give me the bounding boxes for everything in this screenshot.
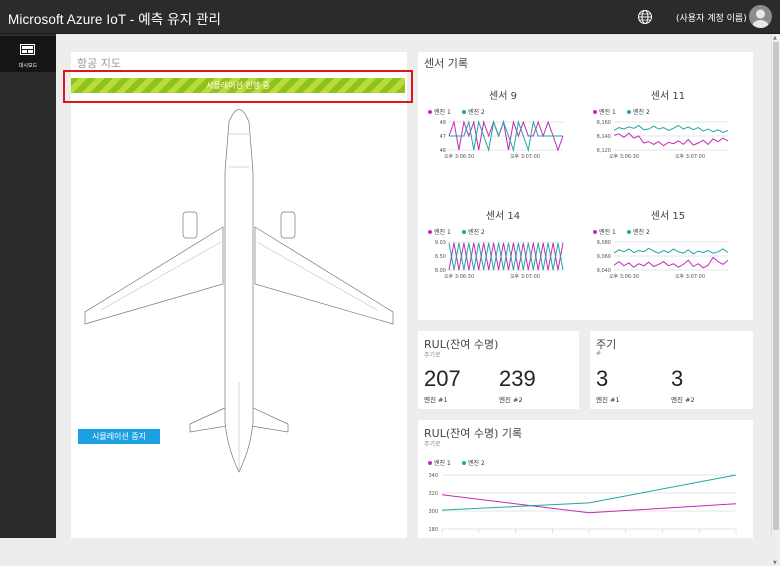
- scroll-up-icon[interactable]: ▲: [773, 35, 777, 41]
- sensor-4-ytick-0: 9,080: [597, 240, 611, 246]
- cycles-engine1-label: 엔진 #1: [596, 396, 620, 404]
- sensor-1-xtick-1: 오후 3:07:00: [510, 154, 540, 160]
- rul-history-series-engine2-line: [441, 474, 737, 511]
- cycles-unit: #: [596, 350, 602, 357]
- rul-card: RUL(잔여 수명) 주기로 207 엔진 #1 239 엔진 #2: [418, 331, 579, 409]
- rul-history-card: RUL(잔여 수명) 기록 주기로 엔진 1 엔진 2 340 320 300 180: [418, 420, 753, 538]
- sensor-1-legend-engine1-label: 엔진 1: [434, 108, 451, 116]
- cycles-engine2-label: 엔진 #2: [671, 396, 695, 404]
- sensor-4-legend-engine1-label: 엔진 1: [599, 228, 616, 236]
- sensor-log-card: 센서 기록 센서 9 엔진 1 엔진 2 48 47 46 오후 3:06:30 오후 3:0…: [418, 52, 753, 320]
- sensor-3-legend-engine2-label: 엔진 2: [468, 228, 485, 236]
- rul-history-ytick-3: 180: [428, 527, 438, 533]
- sensor-4-title: 센서 15: [651, 210, 685, 222]
- app-title: Microsoft Azure IoT - 예측 유지 관리: [8, 12, 222, 27]
- rul-unit: 주기로: [424, 352, 441, 359]
- rul-history-ytick-2: 300: [428, 509, 438, 515]
- sensor-4-series-engine1-line: [613, 256, 729, 269]
- rul-history-legend-engine1-label: 엔진 1: [434, 459, 451, 467]
- sensor-3-title: 센서 14: [486, 210, 520, 222]
- rul-history-legend-engine2-marker: [462, 461, 466, 465]
- cycles-engine1-value: 3: [596, 366, 609, 391]
- sensor-2-ytick-0: 8,160: [597, 120, 611, 126]
- sensor-2-xtick-0: 오후 3:06:30: [609, 154, 639, 160]
- rul-engine2-value: 239: [499, 366, 536, 391]
- sensor-3-legend-engine2-marker: [462, 230, 466, 234]
- rul-history-ytick-1: 320: [428, 491, 438, 497]
- sensor-1-legend-engine1-marker: [428, 110, 432, 114]
- airplane-illustration: [84, 109, 394, 473]
- rul-history-legend-engine1-marker: [428, 461, 432, 465]
- nav-item-dashboard[interactable]: 대시보드: [0, 36, 56, 72]
- rul-engine2-label: 엔진 #2: [499, 396, 523, 404]
- sensor-1-xtick-0: 오후 3:06:30: [444, 154, 474, 160]
- rul-history-series-engine1-line: [441, 494, 737, 514]
- sensor-4-legend-engine2-label: 엔진 2: [633, 228, 650, 236]
- nav-label-dashboard: 대시보드: [18, 63, 38, 69]
- sensor-3-legend-engine1-label: 엔진 1: [434, 228, 451, 236]
- scroll-down-icon[interactable]: ▼: [773, 560, 777, 566]
- sensor-4-xtick-0: 오후 3:06:30: [609, 274, 639, 280]
- simulation-status-banner: 시뮬레이션 진행 중: [63, 70, 413, 103]
- sensor-1-ytick-0: 48: [440, 120, 446, 126]
- sensor-1-ytick-1: 47: [440, 134, 446, 140]
- sensor-2-legend-engine2-marker: [627, 110, 631, 114]
- account-name[interactable]: (사용자 계정 이름): [676, 11, 747, 24]
- sensor-1-legend-engine2-label: 엔진 2: [468, 108, 485, 116]
- sensor-1-legend-engine2-marker: [462, 110, 466, 114]
- sensor-1-title: 센서 9: [489, 90, 517, 102]
- sensor-4-xtick-1: 오후 3:07:00: [675, 274, 705, 280]
- sensor-2-series-engine1-line: [613, 132, 729, 147]
- rul-history-legend-engine2-label: 엔진 2: [468, 459, 485, 467]
- rul-engine1-value: 207: [424, 366, 461, 391]
- sensor-3-series-engine2-line: [448, 242, 564, 271]
- sensor-2-legend-engine2-label: 엔진 2: [633, 108, 650, 116]
- rul-history-chart: 엔진 1 엔진 2 340 320 300 180: [428, 459, 737, 533]
- sensor-2-series-engine2-line: [613, 124, 729, 134]
- sensor-4-series-engine2-line: [613, 247, 729, 255]
- page-scrollbar[interactable]: ▲ ▼: [771, 34, 780, 566]
- sensor-3-ytick-0: 9.03: [435, 240, 446, 246]
- user-avatar-icon[interactable]: [749, 5, 772, 28]
- stop-simulation-button[interactable]: 시뮬레이션 중지: [78, 429, 160, 444]
- cycles-card: 주기 # 3 엔진 #1 3 엔진 #2: [590, 331, 753, 409]
- sensor-3-legend-engine1-marker: [428, 230, 432, 234]
- rul-engine1-label: 엔진 #1: [424, 396, 448, 404]
- sensor-4-legend-engine1-marker: [593, 230, 597, 234]
- sensor-2-legend-engine1-label: 엔진 1: [599, 108, 616, 116]
- sensor-4-legend-engine2-marker: [627, 230, 631, 234]
- dashboard-icon: [20, 44, 35, 55]
- sensor-2-ytick-1: 8,140: [597, 134, 611, 140]
- simulation-progress-bar: 시뮬레이션 진행 중: [71, 78, 405, 93]
- rul-history-ytick-0: 340: [428, 473, 438, 479]
- sensor-3-xtick-0: 오후 3:06:30: [444, 274, 474, 280]
- flight-map-card: 항공 지도: [71, 52, 407, 538]
- sensor-2-title: 센서 11: [651, 90, 685, 102]
- globe-icon[interactable]: [637, 9, 653, 25]
- sensor-2-legend-engine1-marker: [593, 110, 597, 114]
- sensor-2-xtick-1: 오후 3:07:00: [675, 154, 705, 160]
- sensor-4-ytick-1: 9,060: [597, 254, 611, 260]
- side-nav: 대시보드: [0, 34, 56, 538]
- sensor-charts: 센서 9엔진 1 엔진 2484746오후 3:06:30 오후 3:07:00센서…: [428, 90, 729, 280]
- sensor-3-ytick-1: 8.50: [435, 254, 446, 260]
- scroll-thumb[interactable]: [773, 42, 779, 530]
- top-bar: Microsoft Azure IoT - 예측 유지 관리 (사용자 계정 이…: [0, 0, 780, 34]
- cycles-engine2-value: 3: [671, 366, 684, 391]
- sensor-3-xtick-1: 오후 3:07:00: [510, 274, 540, 280]
